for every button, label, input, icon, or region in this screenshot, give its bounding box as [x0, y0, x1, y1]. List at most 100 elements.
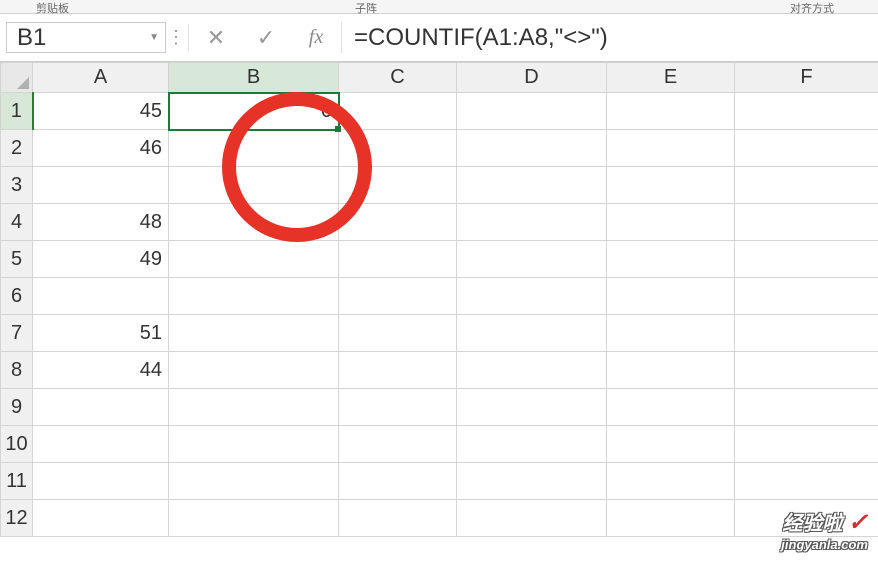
col-header-f[interactable]: F [735, 63, 878, 93]
cell-f9[interactable] [735, 389, 878, 426]
cell-d9[interactable] [457, 389, 607, 426]
cell-b10[interactable] [169, 426, 339, 463]
cell-a1[interactable]: 45 [33, 93, 169, 130]
cell-b6[interactable] [169, 278, 339, 315]
cell-c12[interactable] [339, 500, 457, 537]
cell-b2[interactable] [169, 130, 339, 167]
cell-f5[interactable] [735, 241, 878, 278]
cell-a7[interactable]: 51 [33, 315, 169, 352]
cell-c8[interactable] [339, 352, 457, 389]
chevron-down-icon[interactable]: ▼ [149, 32, 159, 43]
cell-e10[interactable] [607, 426, 735, 463]
cell-f8[interactable] [735, 352, 878, 389]
cell-f3[interactable] [735, 167, 878, 204]
cell-d3[interactable] [457, 167, 607, 204]
cell-c6[interactable] [339, 278, 457, 315]
cell-d12[interactable] [457, 500, 607, 537]
cell-f4[interactable] [735, 204, 878, 241]
cell-e6[interactable] [607, 278, 735, 315]
name-box[interactable]: B1 ▼ [6, 22, 166, 53]
row-header-3[interactable]: 3 [1, 167, 33, 204]
ribbon-group-mid: 子阵 [355, 0, 377, 16]
cell-e11[interactable] [607, 463, 735, 500]
cell-e2[interactable] [607, 130, 735, 167]
cell-a10[interactable] [33, 426, 169, 463]
cell-a11[interactable] [33, 463, 169, 500]
col-header-c[interactable]: C [339, 63, 457, 93]
row-header-1[interactable]: 1 [1, 93, 33, 130]
formula-input[interactable]: =COUNTIF(A1:A8,"<>") [341, 22, 872, 53]
ribbon-group-alignment: 对齐方式 [790, 0, 834, 16]
row-header-11[interactable]: 11 [1, 463, 33, 500]
cell-c1[interactable] [339, 93, 457, 130]
cell-f7[interactable] [735, 315, 878, 352]
cell-a8[interactable]: 44 [33, 352, 169, 389]
row-header-6[interactable]: 6 [1, 278, 33, 315]
row-header-2[interactable]: 2 [1, 130, 33, 167]
row-header-7[interactable]: 7 [1, 315, 33, 352]
cell-d6[interactable] [457, 278, 607, 315]
cell-f1[interactable] [735, 93, 878, 130]
cell-e1[interactable] [607, 93, 735, 130]
cell-b9[interactable] [169, 389, 339, 426]
fx-icon[interactable]: fx [291, 14, 341, 61]
cell-d11[interactable] [457, 463, 607, 500]
cell-e12[interactable] [607, 500, 735, 537]
cell-b3[interactable] [169, 167, 339, 204]
cell-a6[interactable] [33, 278, 169, 315]
spreadsheet-grid[interactable]: A B C D E F 1 45 6 2 46 3 [0, 62, 878, 537]
cell-e4[interactable] [607, 204, 735, 241]
cell-f6[interactable] [735, 278, 878, 315]
cell-f2[interactable] [735, 130, 878, 167]
cell-e3[interactable] [607, 167, 735, 204]
cell-e8[interactable] [607, 352, 735, 389]
cell-b11[interactable] [169, 463, 339, 500]
cell-d5[interactable] [457, 241, 607, 278]
cell-a2[interactable]: 46 [33, 130, 169, 167]
row-header-5[interactable]: 5 [1, 241, 33, 278]
cell-d4[interactable] [457, 204, 607, 241]
cell-c10[interactable] [339, 426, 457, 463]
cell-e9[interactable] [607, 389, 735, 426]
cell-d10[interactable] [457, 426, 607, 463]
confirm-icon[interactable]: ✓ [241, 14, 291, 61]
cell-b1[interactable]: 6 [169, 93, 339, 130]
cell-e7[interactable] [607, 315, 735, 352]
cell-f10[interactable] [735, 426, 878, 463]
row-header-8[interactable]: 8 [1, 352, 33, 389]
cell-a3[interactable] [33, 167, 169, 204]
cell-f12[interactable] [735, 500, 878, 537]
cell-c4[interactable] [339, 204, 457, 241]
cell-c9[interactable] [339, 389, 457, 426]
row-header-4[interactable]: 4 [1, 204, 33, 241]
cell-c5[interactable] [339, 241, 457, 278]
row-header-12[interactable]: 12 [1, 500, 33, 537]
col-header-b[interactable]: B [169, 63, 339, 93]
cell-f11[interactable] [735, 463, 878, 500]
cell-a5[interactable]: 49 [33, 241, 169, 278]
cell-d8[interactable] [457, 352, 607, 389]
cell-c3[interactable] [339, 167, 457, 204]
cell-e5[interactable] [607, 241, 735, 278]
cell-b12[interactable] [169, 500, 339, 537]
cell-c7[interactable] [339, 315, 457, 352]
row-header-10[interactable]: 10 [1, 426, 33, 463]
select-all-corner[interactable] [1, 63, 33, 93]
col-header-a[interactable]: A [33, 63, 169, 93]
cell-c11[interactable] [339, 463, 457, 500]
col-header-e[interactable]: E [607, 63, 735, 93]
cell-d2[interactable] [457, 130, 607, 167]
cell-a12[interactable] [33, 500, 169, 537]
cell-b8[interactable] [169, 352, 339, 389]
col-header-d[interactable]: D [457, 63, 607, 93]
cell-d1[interactable] [457, 93, 607, 130]
cell-a9[interactable] [33, 389, 169, 426]
cell-b5[interactable] [169, 241, 339, 278]
cell-b4[interactable] [169, 204, 339, 241]
cell-d7[interactable] [457, 315, 607, 352]
cell-b7[interactable] [169, 315, 339, 352]
cell-c2[interactable] [339, 130, 457, 167]
cell-a4[interactable]: 48 [33, 204, 169, 241]
cancel-icon[interactable]: ✕ [191, 14, 241, 61]
row-header-9[interactable]: 9 [1, 389, 33, 426]
